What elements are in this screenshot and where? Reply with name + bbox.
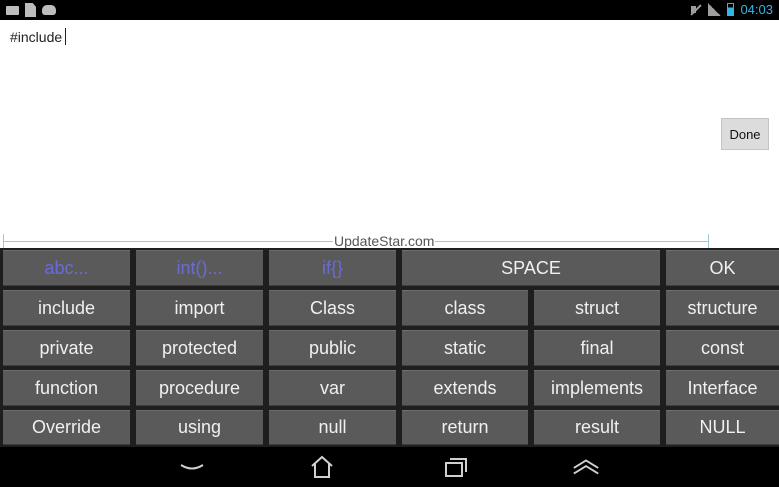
- key-Interface[interactable]: Interface: [666, 370, 779, 406]
- key-int-mode[interactable]: int()...: [136, 250, 263, 286]
- key-extends[interactable]: extends: [402, 370, 528, 406]
- key-NULL[interactable]: NULL: [666, 410, 779, 445]
- status-bar: 04:03: [0, 0, 779, 20]
- key-include[interactable]: include: [3, 290, 130, 326]
- key-final[interactable]: final: [534, 330, 660, 366]
- key-private[interactable]: private: [3, 330, 130, 366]
- status-bar-system: 04:03: [689, 2, 773, 17]
- key-if-mode[interactable]: if{}: [269, 250, 396, 286]
- code-keyboard: abc... int()... if{} SPACE OK include im…: [0, 248, 779, 447]
- done-button[interactable]: Done: [721, 118, 769, 150]
- watermark-text: UpdateStar.com: [333, 233, 436, 249]
- code-editor[interactable]: #include Done UpdateStar.com: [0, 20, 779, 248]
- mute-icon: [689, 3, 702, 16]
- key-Class[interactable]: Class: [269, 290, 396, 326]
- key-ok[interactable]: OK: [666, 250, 779, 286]
- home-icon[interactable]: [307, 453, 337, 481]
- key-Override[interactable]: Override: [3, 410, 130, 445]
- key-protected[interactable]: protected: [136, 330, 263, 366]
- status-bar-notifications: [6, 3, 56, 17]
- key-abc-mode[interactable]: abc...: [3, 250, 130, 286]
- key-implements[interactable]: implements: [534, 370, 660, 406]
- menu-up-icon[interactable]: [571, 453, 601, 481]
- key-const[interactable]: const: [666, 330, 779, 366]
- key-using[interactable]: using: [136, 410, 263, 445]
- clock: 04:03: [740, 2, 773, 17]
- navigation-bar: [0, 447, 779, 487]
- key-structure[interactable]: structure: [666, 290, 779, 326]
- key-result[interactable]: result: [534, 410, 660, 445]
- key-var[interactable]: var: [269, 370, 396, 406]
- text-caret: [65, 28, 67, 45]
- key-import[interactable]: import: [136, 290, 263, 326]
- signal-icon: [708, 3, 722, 16]
- cat-icon: [42, 5, 56, 15]
- key-static[interactable]: static: [402, 330, 528, 366]
- recent-apps-icon[interactable]: [441, 453, 471, 481]
- back-icon[interactable]: [177, 453, 207, 481]
- keyboard-icon: [6, 5, 19, 15]
- key-struct[interactable]: struct: [534, 290, 660, 326]
- battery-icon: [727, 3, 735, 16]
- key-procedure[interactable]: procedure: [136, 370, 263, 406]
- key-public[interactable]: public: [269, 330, 396, 366]
- key-function[interactable]: function: [3, 370, 130, 406]
- editor-text-line[interactable]: #include: [10, 28, 67, 45]
- key-null[interactable]: null: [269, 410, 396, 445]
- key-space[interactable]: SPACE: [402, 250, 660, 286]
- editor-text: #include: [10, 29, 63, 45]
- key-class[interactable]: class: [402, 290, 528, 326]
- document-icon: [25, 3, 36, 17]
- key-return[interactable]: return: [402, 410, 528, 445]
